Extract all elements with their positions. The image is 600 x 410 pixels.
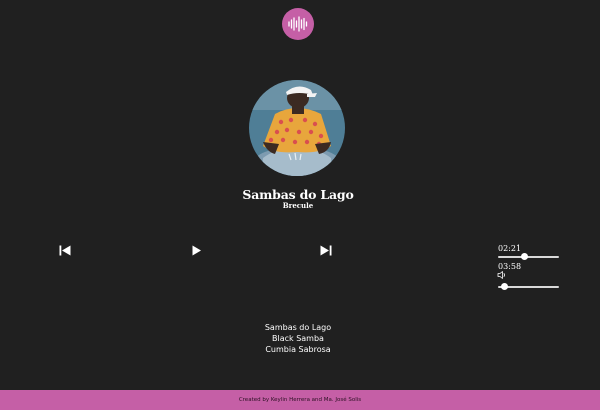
progress-slider[interactable] xyxy=(498,253,559,261)
current-time: 02:21 xyxy=(498,244,522,253)
skip-previous-icon xyxy=(59,245,71,255)
progress-track xyxy=(498,256,559,258)
playlist-item[interactable]: Sambas do Lago xyxy=(240,322,356,333)
play-icon xyxy=(192,245,201,255)
volume-thumb[interactable] xyxy=(500,283,508,290)
playlist: Sambas do Lago Black Samba Cumbia Sabros… xyxy=(240,322,356,355)
play-button[interactable] xyxy=(188,242,204,258)
volume-slider[interactable] xyxy=(498,283,559,291)
playlist-item[interactable]: Black Samba xyxy=(240,333,356,344)
volume-icon[interactable] xyxy=(497,270,507,280)
playlist-item[interactable]: Cumbia Sabrosa xyxy=(240,344,356,355)
music-player-app: Sambas do Lago Brecule 02:21 03:58 Samba… xyxy=(0,0,600,410)
album-cover-image xyxy=(249,80,345,176)
track-title: Sambas do Lago xyxy=(242,187,354,202)
track-artist: Brecule xyxy=(282,201,314,210)
progress-thumb[interactable] xyxy=(521,253,529,260)
footer-credit: Created by Keylin Herrera and Ma. José S… xyxy=(238,397,362,403)
skip-next-icon xyxy=(320,245,332,255)
previous-button[interactable] xyxy=(57,242,73,258)
logo xyxy=(282,8,314,40)
album-cover xyxy=(249,80,345,176)
footer: Created by Keylin Herrera and Ma. José S… xyxy=(0,390,600,410)
next-button[interactable] xyxy=(318,242,334,258)
sound-wave-icon xyxy=(288,16,308,32)
